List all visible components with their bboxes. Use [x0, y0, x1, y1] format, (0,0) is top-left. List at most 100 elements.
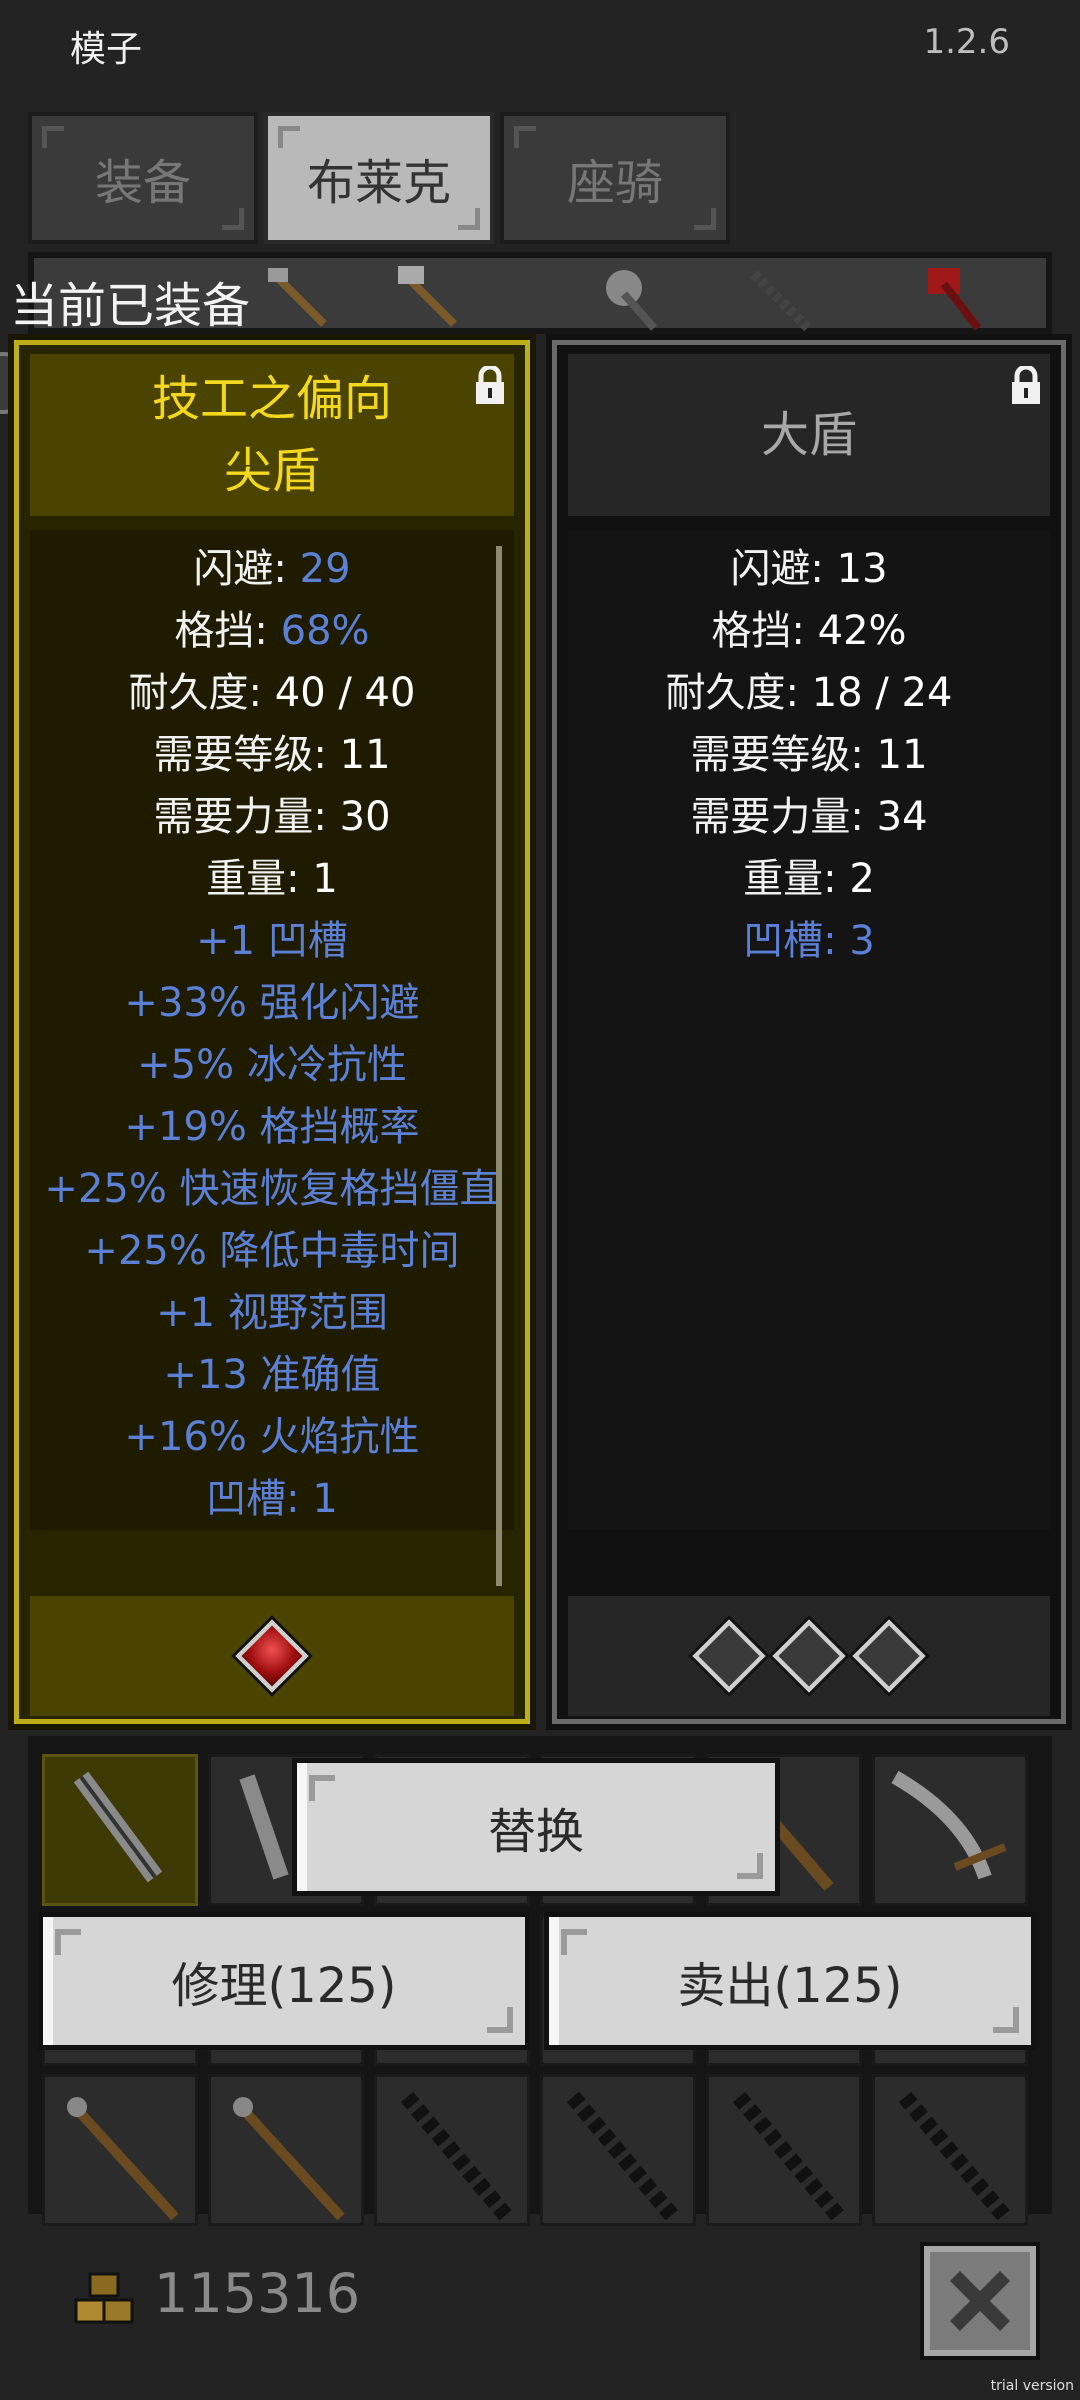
stat-label: 格挡:: [174, 608, 281, 654]
corner-decoration: [55, 1929, 81, 1955]
inventory-slot[interactable]: [540, 2074, 696, 2226]
stat-required-level: 需要等级: 11: [30, 724, 514, 786]
stat-block: 格挡: 42%: [568, 600, 1050, 662]
stat-value: 11: [876, 732, 928, 778]
corner-decoration: [487, 2007, 513, 2033]
inventory-slot[interactable]: [872, 1754, 1028, 1906]
tab-equipment[interactable]: 装备: [28, 112, 258, 244]
affix-line: 凹槽: 1: [206, 1476, 338, 1522]
inventory-slot[interactable]: [42, 1754, 198, 1906]
item-base-name: 尖盾: [223, 443, 320, 499]
stat-value: 30: [339, 794, 391, 840]
tab-label: 装备: [94, 155, 191, 211]
stat-dodge: 闪避: 29: [30, 538, 514, 600]
stat-required-level: 需要等级: 11: [568, 724, 1050, 786]
affix-line: +25% 降低中毒时间: [84, 1228, 460, 1274]
corner-decoration: [737, 1853, 763, 1879]
stat-durability: 耐久度: 40 / 40: [30, 662, 514, 724]
stat-required-strength: 需要力量: 30: [30, 786, 514, 848]
corner-decoration: [42, 126, 64, 148]
corner-decoration: [309, 1775, 335, 1801]
button-edge: [43, 1917, 53, 2045]
inventory-slot[interactable]: [374, 2074, 530, 2226]
repair-label: 修理(125): [171, 1958, 397, 2014]
sell-button[interactable]: 卖出(125): [544, 1912, 1036, 2050]
empty-socket-icon: [692, 1619, 766, 1693]
stat-label: 闪避:: [193, 546, 300, 592]
stat-value: 34: [876, 794, 928, 840]
corner-decoration: [514, 126, 536, 148]
inventory-slot[interactable]: [872, 2074, 1028, 2226]
trial-watermark: trial version: [990, 2378, 1074, 2394]
stat-value: 13: [836, 546, 888, 592]
replace-label: 替换: [487, 1804, 584, 1860]
equipped-item-panel: 技工之偏向 尖盾 闪避: 29 格挡: 68% 耐久度: 40 / 40 需要等…: [8, 334, 536, 1730]
inventory-slot[interactable]: [42, 2074, 198, 2226]
flail-icon: [898, 2091, 1012, 2223]
stat-weight: 重量: 2: [568, 848, 1050, 910]
stat-label: 重量:: [743, 856, 850, 902]
spear-icon: [67, 2097, 179, 2221]
inventory-slot[interactable]: [706, 2074, 862, 2226]
stat-label: 需要力量:: [690, 794, 877, 840]
corner-decoration: [694, 208, 716, 230]
sword-icon: [73, 1771, 163, 1883]
inventory-slot[interactable]: [208, 2074, 364, 2226]
affix-line: +1 凹槽: [196, 918, 348, 964]
tab-label: 座骑: [566, 155, 663, 211]
compare-item-panel: 大盾 闪避: 13 格挡: 42% 耐久度: 18 / 24 需要等级: 11 …: [546, 334, 1072, 1730]
scimitar-icon: [891, 1770, 1007, 1880]
staff-icon: [750, 270, 812, 332]
flail-icon: [566, 2091, 680, 2223]
stat-durability: 耐久度: 18 / 24: [568, 662, 1050, 724]
stat-label: 需要等级:: [690, 732, 877, 778]
character-name: 模子: [70, 29, 143, 70]
stat-label: 需要等级:: [153, 732, 340, 778]
affix-line: +13 准确值: [163, 1352, 381, 1398]
stat-value: 11: [339, 732, 391, 778]
affix-line: +33% 强化闪避: [124, 980, 420, 1026]
stat-label: 耐久度:: [128, 670, 275, 716]
stat-block: 格挡: 68%: [30, 600, 514, 662]
item-base-name: 大盾: [760, 407, 857, 463]
ruby-gem-icon: [235, 1619, 309, 1693]
gold-coins-icon: [74, 2272, 134, 2324]
stat-label: 需要力量:: [153, 794, 340, 840]
stat-value: 68%: [280, 608, 370, 654]
version-label: 1.2.6: [923, 22, 1010, 62]
lock-icon[interactable]: [472, 366, 508, 406]
close-button[interactable]: [924, 2246, 1036, 2356]
stat-value: 2: [849, 856, 875, 902]
item-stats: 闪避: 29 格挡: 68% 耐久度: 40 / 40 需要等级: 11 需要力…: [30, 530, 514, 1530]
stat-value: 29: [299, 546, 351, 592]
red-axe-icon: [928, 268, 982, 331]
corner-decoration: [222, 208, 244, 230]
corner-decoration: [458, 208, 480, 230]
lock-icon[interactable]: [1008, 366, 1044, 406]
stat-value: 1: [312, 856, 338, 902]
stat-label: 重量:: [206, 856, 313, 902]
spear-icon: [233, 2097, 345, 2221]
flail-icon: [400, 2091, 514, 2223]
mace-icon: [606, 270, 657, 331]
affix-line: +16% 火焰抗性: [124, 1414, 420, 1460]
repair-button[interactable]: 修理(125): [38, 1912, 530, 2050]
corner-decoration: [561, 1929, 587, 1955]
stat-value: 42%: [817, 608, 907, 654]
replace-button[interactable]: 替换: [292, 1758, 780, 1896]
stat-value: 18 / 24: [811, 670, 953, 716]
empty-socket-icon: [852, 1619, 926, 1693]
corner-decoration: [278, 126, 300, 148]
socket-row: [568, 1596, 1050, 1716]
affix-line: +5% 冰冷抗性: [137, 1042, 407, 1088]
button-edge: [297, 1763, 307, 1891]
stat-label: 闪避:: [730, 546, 837, 592]
tab-black[interactable]: 布莱克: [264, 112, 494, 244]
stats-scrollbar[interactable]: [496, 546, 502, 1586]
affix-line: 凹槽: 3: [743, 918, 875, 964]
affix-line: +19% 格挡概率: [124, 1104, 420, 1150]
affix-line: +25% 快速恢复格挡僵直: [44, 1166, 500, 1212]
sell-label: 卖出(125): [677, 1958, 903, 2014]
section-title: 当前已装备: [10, 278, 251, 334]
tab-mount[interactable]: 座骑: [500, 112, 730, 244]
